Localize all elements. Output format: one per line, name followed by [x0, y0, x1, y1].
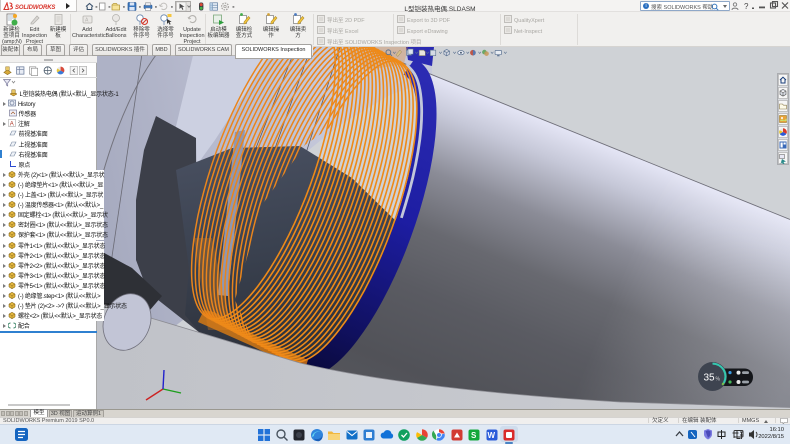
svg-text:35: 35 [704, 373, 716, 384]
svg-text:W: W [488, 431, 496, 440]
svg-text:A: A [10, 122, 14, 128]
svg-text:SOLIDWORKS: SOLIDWORKS [15, 5, 55, 11]
svg-text:?: ? [744, 2, 749, 11]
svg-text:S: S [471, 431, 477, 440]
svg-text:%: % [716, 377, 721, 383]
